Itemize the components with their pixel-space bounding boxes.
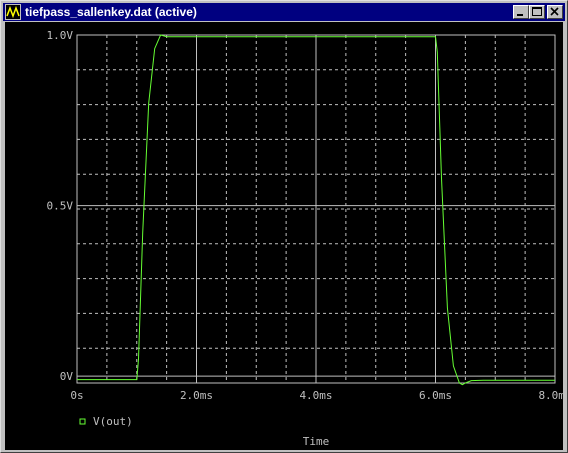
waveform-plot[interactable]: 0s 2.0ms 4.0ms 6.0ms 8.0ms 0V 0.5V 1.0V V(out) Ti… xyxy=(5,22,564,450)
close-button[interactable] xyxy=(547,5,563,19)
y-tick-label: 0.5V xyxy=(47,200,74,213)
x-axis-title: Time xyxy=(303,435,330,448)
plot-area[interactable]: 0s 2.0ms 4.0ms 6.0ms 8.0ms 0V 0.5V 1.0V V(out) Ti… xyxy=(5,22,563,450)
maximize-button[interactable] xyxy=(529,5,545,19)
waveform-window: tiefpass_sallenkey.dat (active) 0s 2.0ms 4… xyxy=(0,0,568,453)
legend-label[interactable]: V(out) xyxy=(93,415,133,428)
x-tick-label: 0s xyxy=(70,389,83,402)
legend-marker xyxy=(79,418,86,425)
y-tick-label: 1.0V xyxy=(47,29,74,42)
x-tick-label: 4.0ms xyxy=(299,389,332,402)
title-bar[interactable]: tiefpass_sallenkey.dat (active) xyxy=(3,3,565,21)
x-tick-label: 8.0ms xyxy=(538,389,563,402)
close-icon xyxy=(550,7,559,16)
x-tick-label: 6.0ms xyxy=(419,389,452,402)
maximize-icon xyxy=(532,7,542,16)
window-title: tiefpass_sallenkey.dat (active) xyxy=(25,5,197,19)
minimize-icon xyxy=(517,14,523,16)
minimize-button[interactable] xyxy=(513,5,529,19)
app-waveform-icon[interactable] xyxy=(5,4,21,20)
x-tick-label: 2.0ms xyxy=(180,389,213,402)
y-tick-label: 0V xyxy=(60,370,74,383)
